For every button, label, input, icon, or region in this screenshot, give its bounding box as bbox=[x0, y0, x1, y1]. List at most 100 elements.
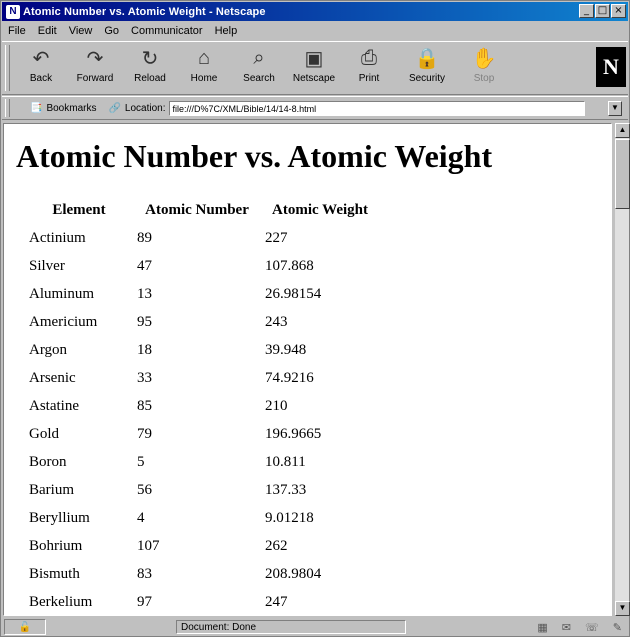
atomic-weight-cell: 208.9804 bbox=[265, 565, 322, 582]
scroll-up-button[interactable]: ▲ bbox=[615, 123, 630, 138]
table-row: Astatine 85 210 bbox=[26, 393, 378, 419]
element-cell: Aluminum bbox=[29, 285, 95, 302]
element-cell: Americium bbox=[29, 313, 98, 330]
title-bar[interactable]: N Atomic Number vs. Atomic Weight - Nets… bbox=[2, 2, 628, 21]
atomic-number-cell: 5 bbox=[137, 453, 145, 470]
security-lock-icon[interactable]: 🔓 bbox=[4, 619, 46, 635]
element-cell: Berkelium bbox=[29, 593, 93, 610]
bookmarks-button[interactable]: 📑 Bookmarks bbox=[30, 103, 96, 114]
minimize-button[interactable]: _ bbox=[579, 4, 594, 18]
stop-icon: ✋ bbox=[471, 47, 497, 70]
element-cell: Actinium bbox=[29, 229, 86, 246]
table-row: Bohrium 107 262 bbox=[26, 533, 378, 559]
atomic-weight-cell: 26.98154 bbox=[265, 285, 322, 302]
table-row: Actinium 89 227 bbox=[26, 225, 378, 251]
table-row: Boron 5 10.811 bbox=[26, 449, 378, 475]
atomic-number-cell: 97 bbox=[137, 593, 152, 610]
stop-button[interactable]: ✋ Stop bbox=[457, 46, 511, 92]
back-label: Back bbox=[29, 73, 53, 84]
forward-button[interactable]: ↷ Forward bbox=[68, 46, 122, 92]
search-button[interactable]: ⌕ Search bbox=[232, 46, 286, 92]
atomic-weight-cell: 210 bbox=[265, 397, 288, 414]
search-icon: ⌕ bbox=[253, 46, 265, 69]
atomic-number-cell: 83 bbox=[137, 565, 152, 582]
home-icon: ⌂ bbox=[197, 46, 211, 69]
menu-view[interactable]: View bbox=[63, 25, 99, 37]
security-label: Security bbox=[408, 73, 446, 84]
browser-window: N Atomic Number vs. Atomic Weight - Nets… bbox=[0, 0, 630, 637]
print-button[interactable]: ⎙ Print bbox=[342, 46, 396, 92]
reload-label: Reload bbox=[134, 73, 166, 84]
elements-table: Element Atomic Number Atomic Weight Acti… bbox=[24, 195, 380, 615]
home-label: Home bbox=[190, 73, 218, 84]
netscape-app-icon[interactable]: N bbox=[6, 4, 20, 19]
table-row: Beryllium 4 9.01218 bbox=[26, 505, 378, 531]
search-label: Search bbox=[243, 73, 275, 84]
netscape-logo[interactable]: N bbox=[596, 47, 626, 87]
element-cell: Bohrium bbox=[29, 537, 83, 554]
menu-edit[interactable]: Edit bbox=[32, 25, 63, 37]
menu-file[interactable]: File bbox=[2, 25, 32, 37]
print-icon: ⎙ bbox=[361, 46, 377, 69]
location-toolbar-grip[interactable] bbox=[5, 99, 10, 117]
atomic-weight-cell: 9.01218 bbox=[265, 509, 314, 526]
reload-button[interactable]: ↻ Reload bbox=[123, 46, 177, 92]
element-cell: Bismuth bbox=[29, 565, 80, 582]
table-row: Berkelium 97 247 bbox=[26, 589, 378, 615]
atomic-number-cell: 79 bbox=[137, 425, 152, 442]
vertical-scrollbar[interactable]: ▲ ▼ bbox=[614, 123, 630, 616]
atomic-number-cell: 85 bbox=[137, 397, 152, 414]
location-label-group: 🔗 Location: bbox=[108, 103, 165, 114]
table-body: Actinium 89 227 Silver 47 107.868 Aluminum 13 26… bbox=[26, 225, 378, 615]
location-label: Location: bbox=[124, 102, 166, 114]
element-cell: Barium bbox=[29, 481, 74, 498]
location-dropdown-button[interactable]: ▼ bbox=[608, 100, 622, 116]
element-cell: Astatine bbox=[29, 397, 79, 414]
home-button[interactable]: ⌂ Home bbox=[177, 46, 231, 92]
scroll-down-button[interactable]: ▼ bbox=[615, 601, 630, 616]
table-header-row: Element Atomic Number Atomic Weight bbox=[26, 197, 378, 223]
header-atomic-number: Atomic Number bbox=[145, 201, 249, 218]
table-row: Gold 79 196.9665 bbox=[26, 421, 378, 447]
mail-component-icon[interactable]: ✉ bbox=[562, 621, 571, 634]
location-page-icon[interactable]: 🔗 bbox=[108, 103, 120, 114]
atomic-number-cell: 56 bbox=[137, 481, 152, 498]
page-title: Atomic Number vs. Atomic Weight bbox=[16, 138, 493, 174]
navigator-component-icon[interactable]: ▦ bbox=[537, 621, 547, 634]
table-row: Barium 56 137.33 bbox=[26, 477, 378, 503]
element-cell: Boron bbox=[29, 453, 67, 470]
forward-label: Forward bbox=[76, 73, 114, 84]
netscape-button[interactable]: ▣ Netscape bbox=[287, 46, 341, 92]
security-button[interactable]: 🔒 Security bbox=[400, 46, 454, 92]
element-cell: Arsenic bbox=[29, 369, 76, 386]
header-atomic-weight: Atomic Weight bbox=[272, 201, 368, 218]
element-cell: Gold bbox=[29, 425, 59, 442]
toolbar-grip[interactable] bbox=[5, 45, 10, 91]
atomic-weight-cell: 74.9216 bbox=[265, 369, 314, 386]
table-row: Bismuth 83 208.9804 bbox=[26, 561, 378, 587]
menu-go[interactable]: Go bbox=[98, 25, 125, 37]
status-bar: 🔓 Document: Done ▦ ✉ ☏ ✎ bbox=[2, 618, 628, 636]
atomic-weight-cell: 137.33 bbox=[265, 481, 307, 498]
netscape-label: Netscape bbox=[292, 73, 336, 84]
atomic-weight-cell: 10.811 bbox=[265, 453, 306, 470]
composer-component-icon[interactable]: ✎ bbox=[613, 621, 622, 634]
atomic-number-cell: 107 bbox=[137, 537, 160, 554]
maximize-button[interactable]: □ bbox=[595, 4, 610, 18]
atomic-number-cell: 4 bbox=[137, 509, 145, 526]
menu-communicator[interactable]: Communicator bbox=[125, 25, 209, 37]
location-input[interactable]: file:///D%7C/XML/Bible/14/14-8.html bbox=[168, 100, 585, 116]
menu-help[interactable]: Help bbox=[209, 25, 244, 37]
atomic-number-cell: 47 bbox=[137, 257, 152, 274]
atomic-number-cell: 33 bbox=[137, 369, 152, 386]
atomic-number-cell: 89 bbox=[137, 229, 152, 246]
element-cell: Argon bbox=[29, 341, 68, 358]
atomic-number-cell: 95 bbox=[137, 313, 152, 330]
scroll-thumb[interactable] bbox=[615, 139, 630, 209]
discussion-component-icon[interactable]: ☏ bbox=[585, 621, 599, 634]
stop-label: Stop bbox=[473, 73, 495, 84]
window-controls: _ □ × bbox=[579, 4, 626, 18]
back-button[interactable]: ↶ Back bbox=[14, 46, 68, 92]
close-button[interactable]: × bbox=[611, 4, 626, 18]
table-row: Argon 18 39.948 bbox=[26, 337, 378, 363]
